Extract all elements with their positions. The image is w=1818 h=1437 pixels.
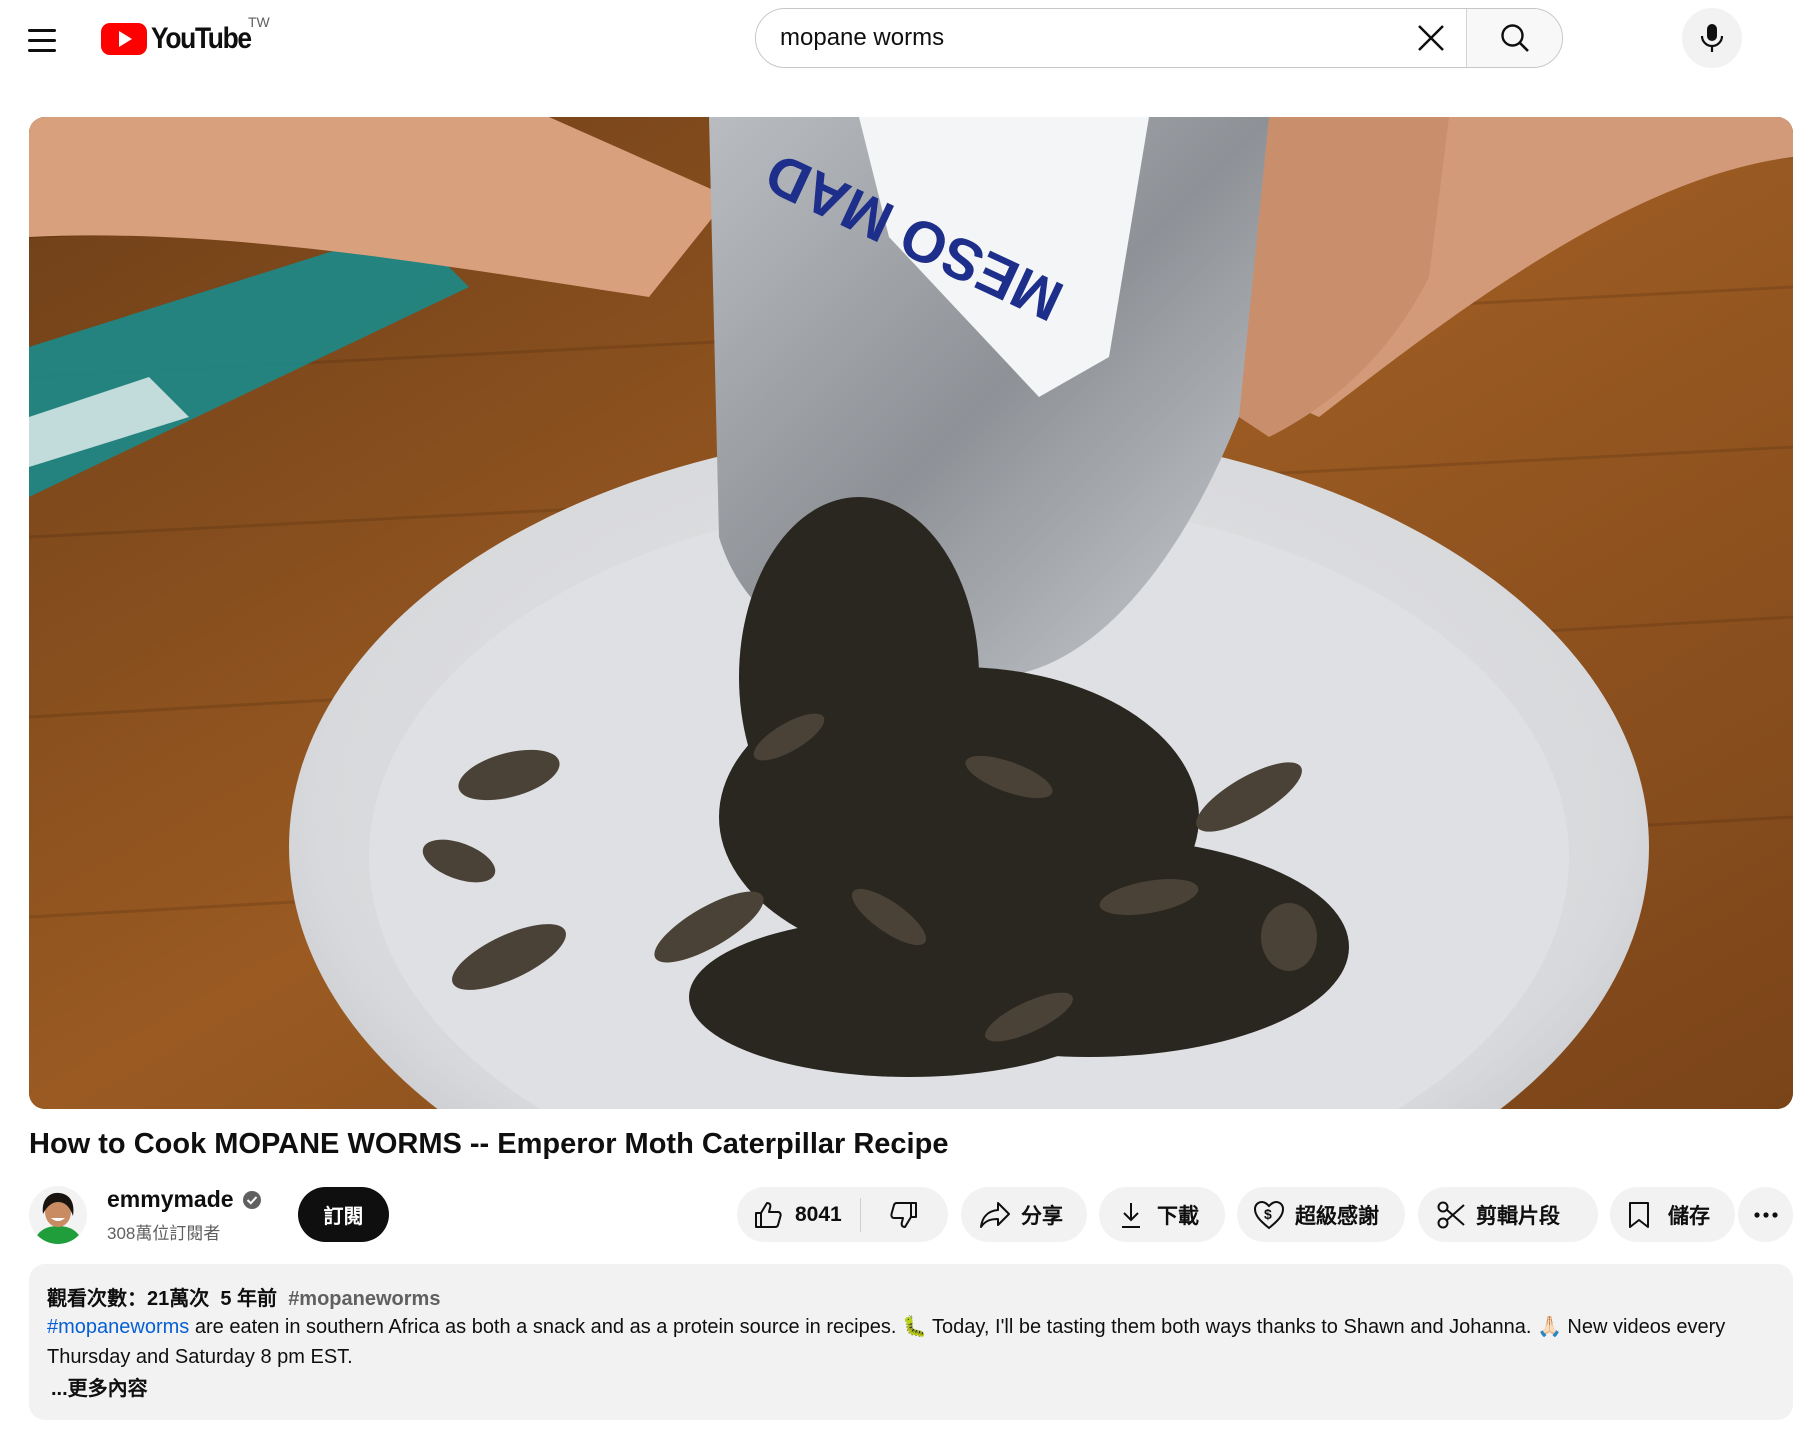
subscriber-count: 308萬位訂閱者 <box>107 1224 221 1243</box>
youtube-play-icon <box>101 23 147 55</box>
share-label: 分享 <box>1021 1204 1063 1228</box>
more-horizontal-icon <box>1753 1211 1779 1219</box>
subscribe-button[interactable]: 訂閱 <box>298 1187 389 1242</box>
view-count: 觀看次數：21萬次 <box>47 1288 210 1310</box>
masthead: YouTube TW <box>0 0 1818 80</box>
video-player[interactable]: MESO MAD <box>29 117 1793 1109</box>
description-text: #mopaneworms are eaten in southern Afric… <box>47 1312 1777 1372</box>
avatar-image <box>29 1186 87 1244</box>
scissors-icon <box>1436 1200 1466 1230</box>
channel-name-link[interactable]: emmymade <box>107 1186 262 1213</box>
show-more-button[interactable]: ...更多內容 <box>51 1372 148 1401</box>
publish-date: 5 年前 <box>220 1288 278 1310</box>
description-hashtag-link[interactable]: #mopaneworms <box>47 1316 189 1338</box>
voice-search-button[interactable] <box>1682 8 1742 68</box>
close-icon <box>1418 25 1444 51</box>
clip-label: 剪輯片段 <box>1476 1204 1560 1228</box>
download-icon <box>1119 1201 1143 1229</box>
microphone-icon <box>1700 24 1724 52</box>
description-meta: 觀看次數：21萬次 5 年前 #mopaneworms <box>47 1282 440 1311</box>
channel-avatar[interactable] <box>29 1186 87 1244</box>
super-thanks-icon: $ <box>1253 1200 1285 1230</box>
youtube-logo[interactable]: YouTube <box>101 22 264 56</box>
download-button[interactable]: 下載 <box>1099 1187 1225 1242</box>
share-button[interactable]: 分享 <box>961 1187 1087 1242</box>
verified-icon <box>242 1190 261 1209</box>
logo-text: YouTube <box>151 22 252 55</box>
country-code: TW <box>248 14 270 30</box>
menu-icon[interactable] <box>28 22 64 58</box>
search-icon <box>1500 24 1529 52</box>
channel-name: emmymade <box>107 1186 234 1212</box>
like-button[interactable]: 8041 <box>737 1187 860 1242</box>
video-frame-image: MESO MAD <box>29 117 1793 1109</box>
search-button[interactable] <box>1466 9 1562 67</box>
like-dislike-group: 8041 <box>737 1187 948 1242</box>
search-input[interactable] <box>756 9 1396 67</box>
svg-text:$: $ <box>1264 1206 1272 1222</box>
description-box[interactable]: 觀看次數：21萬次 5 年前 #mopaneworms #mopaneworms… <box>29 1264 1793 1420</box>
super-thanks-label: 超級感謝 <box>1295 1204 1379 1228</box>
video-title: How to Cook MOPANE WORMS -- Emperor Moth… <box>29 1128 949 1160</box>
clear-search-button[interactable] <box>1396 9 1466 67</box>
thumb-up-icon <box>753 1200 783 1230</box>
super-thanks-button[interactable]: $ 超級感謝 <box>1237 1187 1405 1242</box>
bookmark-icon <box>1628 1201 1650 1229</box>
search-box <box>755 8 1563 68</box>
save-button[interactable]: 儲存 <box>1610 1187 1735 1242</box>
download-label: 下載 <box>1157 1204 1199 1228</box>
dislike-button[interactable] <box>861 1187 947 1242</box>
more-actions-button[interactable] <box>1738 1187 1793 1242</box>
like-count: 8041 <box>795 1202 842 1226</box>
clip-button[interactable]: 剪輯片段 <box>1418 1187 1598 1242</box>
hashtag-link[interactable]: #mopaneworms <box>288 1288 440 1310</box>
thumb-down-icon <box>889 1200 919 1230</box>
description-body: are eaten in southern Africa as both a s… <box>47 1316 1726 1368</box>
share-icon <box>979 1201 1011 1229</box>
save-label: 儲存 <box>1668 1204 1710 1228</box>
